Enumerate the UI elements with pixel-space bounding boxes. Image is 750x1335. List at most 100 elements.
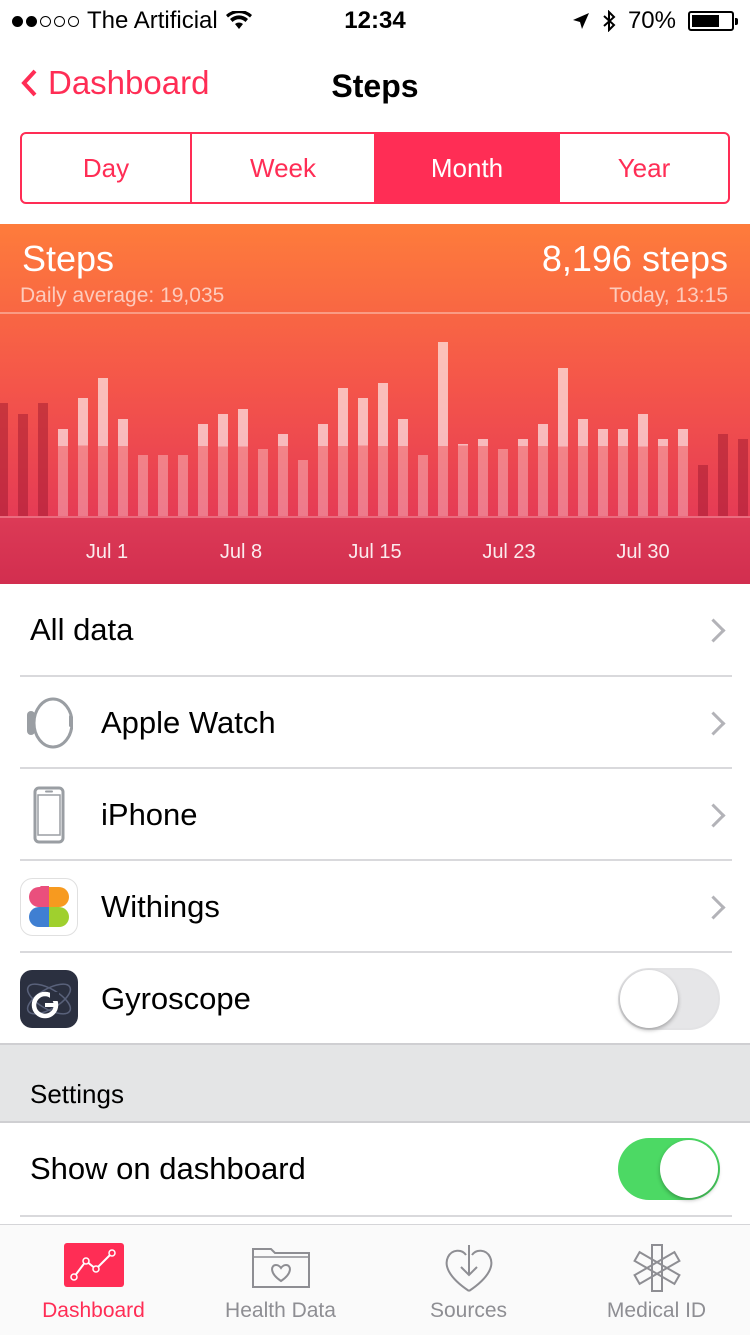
chart-bar bbox=[438, 342, 448, 516]
chart-bar bbox=[78, 398, 88, 516]
source-row-apple-watch[interactable]: Apple Watch bbox=[0, 677, 750, 769]
tab-label: Dashboard bbox=[42, 1299, 145, 1322]
chart-bar bbox=[198, 423, 208, 516]
source-label: Gyroscope bbox=[101, 981, 251, 1016]
health-data-icon bbox=[251, 1243, 311, 1294]
chart-bar bbox=[0, 403, 8, 516]
segment-month[interactable]: Month bbox=[376, 134, 560, 202]
chart-bar bbox=[218, 413, 228, 516]
steps-chart[interactable]: Steps Daily average: 19,035 8,196 steps … bbox=[0, 224, 750, 584]
tab-health-data[interactable]: Health Data bbox=[187, 1225, 374, 1335]
chart-bar bbox=[178, 454, 188, 516]
source-label: iPhone bbox=[101, 797, 198, 832]
chart-bar bbox=[158, 454, 168, 516]
chart-bar bbox=[498, 449, 508, 516]
settings-section-header: Settings bbox=[0, 1043, 750, 1123]
toggle-knob bbox=[660, 1140, 718, 1198]
battery-percent: 70% bbox=[627, 7, 676, 34]
chart-bar bbox=[238, 408, 248, 516]
gyroscope-toggle[interactable] bbox=[618, 968, 720, 1030]
divider bbox=[20, 1215, 732, 1217]
tab-label: Health Data bbox=[225, 1299, 336, 1322]
chart-subtitle: Daily average: 19,035 bbox=[20, 284, 225, 307]
chart-current-value: 8,196 steps bbox=[541, 238, 728, 279]
battery-icon bbox=[688, 11, 738, 31]
segment-day[interactable]: Day bbox=[22, 134, 192, 202]
chart-bar bbox=[658, 439, 668, 516]
tab-sources[interactable]: Sources bbox=[375, 1225, 562, 1335]
chart-bar bbox=[58, 429, 68, 516]
status-bar: The Artificial 12:34 70% bbox=[0, 0, 750, 40]
tab-medical-id[interactable]: Medical ID bbox=[563, 1225, 750, 1335]
chart-bar bbox=[518, 439, 528, 516]
tab-label: Sources bbox=[429, 1299, 508, 1322]
dashboard-icon bbox=[63, 1243, 124, 1292]
source-row-gyroscope[interactable]: Gyroscope bbox=[0, 953, 750, 1045]
chart-bar bbox=[98, 377, 108, 516]
navigation-bar: Dashboard Steps bbox=[0, 50, 750, 120]
chart-bar bbox=[18, 413, 28, 516]
chart-bar bbox=[698, 464, 708, 516]
settings-header-label: Settings bbox=[30, 1079, 124, 1109]
x-tick-label: Jul 1 bbox=[85, 541, 129, 563]
chevron-right-icon bbox=[701, 617, 726, 643]
segment-day-label: Day bbox=[82, 152, 130, 183]
chart-bar bbox=[298, 459, 308, 516]
chart-bar bbox=[578, 418, 588, 516]
chart-bar bbox=[138, 454, 148, 516]
chart-bar bbox=[398, 418, 408, 516]
chart-bar bbox=[718, 434, 728, 516]
withings-icon bbox=[20, 878, 78, 936]
page-title: Steps bbox=[331, 68, 419, 104]
segment-week[interactable]: Week bbox=[192, 134, 376, 202]
chart-bar bbox=[318, 423, 328, 516]
chart-bar bbox=[678, 429, 688, 516]
chevron-right-icon bbox=[701, 710, 726, 736]
x-tick-label: Jul 30 bbox=[616, 541, 670, 563]
sources-icon bbox=[442, 1243, 496, 1298]
segment-week-label: Week bbox=[250, 152, 316, 183]
chevron-right-icon bbox=[701, 802, 726, 828]
all-data-label: All data bbox=[30, 612, 134, 647]
x-tick-label: Jul 8 bbox=[219, 541, 263, 563]
segment-year[interactable]: Year bbox=[560, 134, 728, 202]
chart-bar bbox=[538, 423, 548, 516]
source-row-withings[interactable]: Withings bbox=[0, 861, 750, 953]
chart-current-time: Today, 13:15 bbox=[609, 284, 728, 307]
chart-bar bbox=[738, 439, 748, 516]
segment-month-label: Month bbox=[430, 152, 504, 183]
tab-dashboard[interactable]: Dashboard bbox=[0, 1225, 187, 1335]
chevron-right-icon bbox=[701, 894, 726, 920]
chart-bar bbox=[358, 398, 368, 516]
chart-bar bbox=[38, 403, 48, 516]
show-on-dashboard-toggle[interactable] bbox=[618, 1138, 720, 1200]
chart-bar bbox=[478, 439, 488, 516]
chart-bar bbox=[418, 454, 428, 516]
chart-bar bbox=[378, 382, 388, 516]
chart-bar bbox=[558, 367, 568, 516]
show-on-dashboard-row: Show on dashboard bbox=[0, 1123, 750, 1215]
chart-bar bbox=[618, 429, 628, 516]
source-row-iphone[interactable]: iPhone bbox=[0, 769, 750, 861]
chart-bar bbox=[598, 429, 608, 516]
bluetooth-icon bbox=[603, 10, 616, 32]
gyroscope-icon bbox=[20, 970, 78, 1028]
time-range-segmented-control: Day Week Month Year bbox=[20, 132, 730, 204]
source-label: Apple Watch bbox=[101, 705, 276, 740]
tab-bar: Dashboard Health Data Sources Medical ID bbox=[0, 1224, 750, 1335]
chart-title: Steps bbox=[22, 238, 115, 279]
medical-id-icon bbox=[632, 1243, 682, 1298]
iphone-icon bbox=[20, 786, 78, 844]
status-right: 70% bbox=[572, 7, 738, 35]
toggle-knob bbox=[620, 970, 678, 1028]
all-data-row[interactable]: All data bbox=[0, 584, 750, 676]
chart-baseline bbox=[0, 516, 750, 518]
apple-watch-icon bbox=[20, 694, 78, 752]
source-label: Withings bbox=[101, 889, 220, 924]
chart-bar bbox=[278, 434, 288, 516]
chart-bar bbox=[338, 388, 348, 516]
x-tick-label: Jul 23 bbox=[482, 541, 536, 563]
chart-bar bbox=[458, 444, 468, 516]
show-on-dashboard-label: Show on dashboard bbox=[30, 1151, 306, 1186]
chart-bar bbox=[258, 449, 268, 516]
